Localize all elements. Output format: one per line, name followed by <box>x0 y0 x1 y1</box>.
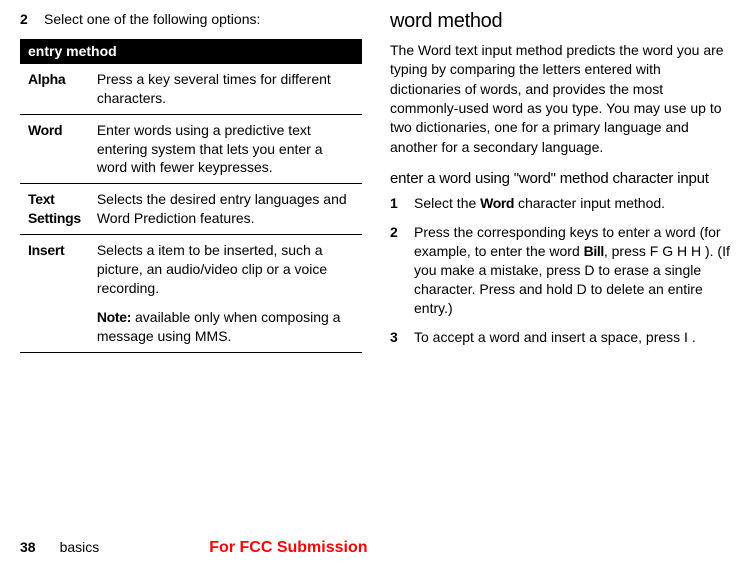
row-name-text-settings: Text Settings <box>28 191 81 226</box>
note-text: available only when composing a message … <box>97 309 341 344</box>
fcc-notice: For FCC Submission <box>209 539 367 557</box>
footer-section: basics <box>60 539 100 555</box>
table-row: Word Enter words using a predictive text… <box>20 114 362 184</box>
step-1-body: Select the Word character input method. <box>414 194 732 213</box>
row-desc-insert: Selects a item to be inserted, such a pi… <box>89 235 362 352</box>
subsection-heading: enter a word using "word" method charact… <box>390 169 732 189</box>
step-number-2r: 2 <box>390 223 400 317</box>
step-number-1: 1 <box>390 194 400 213</box>
row-name-word: Word <box>28 122 62 138</box>
row-name-insert: Insert <box>28 242 64 258</box>
table-row: Alpha Press a key several times for diff… <box>20 63 362 114</box>
word-label: Word <box>480 195 514 211</box>
bill-label: Bill <box>584 243 604 259</box>
step-number-3: 3 <box>390 328 400 347</box>
table-row: Insert Selects a item to be inserted, su… <box>20 235 362 352</box>
row-name-alpha: Alpha <box>28 71 65 87</box>
section-heading: word method <box>390 10 732 33</box>
page-footer: 38 basics For FCC Submission <box>20 539 732 557</box>
intro-paragraph: The Word text input method predicts the … <box>390 41 732 157</box>
table-header: entry method <box>20 39 362 64</box>
row-desc-text-settings: Selects the desired entry languages and … <box>89 184 362 235</box>
note-label: Note: <box>97 309 131 325</box>
step-number-2: 2 <box>20 10 30 29</box>
step-2-text: Select one of the following options: <box>44 10 362 29</box>
step-3-body: To accept a word and insert a space, pre… <box>414 328 732 347</box>
page-number: 38 <box>20 539 36 555</box>
entry-method-table: entry method Alpha Press a key several t… <box>20 39 362 353</box>
key-sequence: F G H H <box>650 243 701 259</box>
row-desc-alpha: Press a key several times for different … <box>89 63 362 114</box>
d-key-2: D <box>577 281 587 297</box>
row-desc-word: Enter words using a predictive text ente… <box>89 114 362 184</box>
table-row: Text Settings Selects the desired entry … <box>20 184 362 235</box>
step-2-body: Press the corresponding keys to enter a … <box>414 223 732 317</box>
d-key-1: D <box>584 262 594 278</box>
